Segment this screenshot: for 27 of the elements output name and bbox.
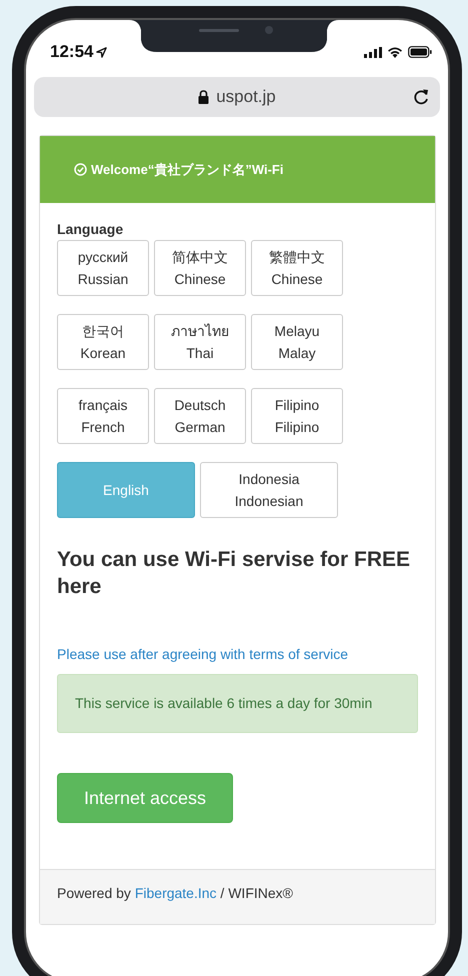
reload-icon[interactable] [413, 88, 430, 106]
url-text: uspot.jp [216, 87, 276, 107]
language-button[interactable]: Deutsch German [154, 388, 246, 444]
signal-icon [364, 46, 382, 58]
language-label: Language [57, 221, 124, 237]
language-button[interactable]: français French [57, 388, 149, 444]
language-button[interactable]: ภาษาไทย Thai [154, 314, 246, 370]
language-button[interactable]: Indonesia Indonesian [200, 462, 338, 518]
language-button[interactable]: 简体中文 Chinese [154, 240, 246, 296]
company-link[interactable]: Fibergate.Inc [134, 885, 217, 901]
card-title: Welcome“貴社ブランド名”Wi-Fi [91, 160, 284, 178]
language-button[interactable]: Filipino Filipino [251, 388, 343, 444]
headline: You can use Wi-Fi servise for FREE here [57, 547, 412, 600]
terms-link[interactable]: Please use after agreeing with terms of service [57, 646, 418, 662]
language-button[interactable]: 한국어 Korean [57, 314, 149, 370]
location-arrow-icon [96, 46, 108, 58]
language-button[interactable]: Melayu Malay [251, 314, 343, 370]
check-circle-icon [74, 163, 87, 176]
battery-icon [408, 46, 432, 58]
wifi-icon [387, 46, 403, 58]
language-button[interactable]: русский Russian [57, 240, 149, 296]
lock-icon [198, 90, 210, 104]
status-time: 12:54 [50, 42, 94, 62]
notice-alert: This service is available 6 times a day for 30min [57, 674, 418, 733]
footer-text: Powered by Fibergate.Inc / WIFINex® [57, 885, 293, 901]
address-bar[interactable]: uspot.jp [34, 77, 440, 117]
language-button[interactable]: 繁體中文 Chinese [251, 240, 343, 296]
